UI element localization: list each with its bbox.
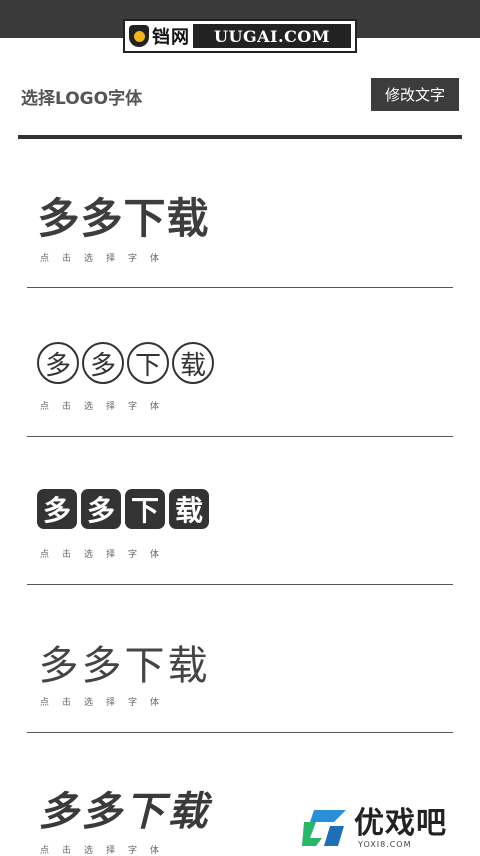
preview-char: 多 xyxy=(37,342,79,384)
preview-char: 多 xyxy=(80,194,123,243)
header-divider xyxy=(18,135,462,139)
preview-char: 多 xyxy=(37,194,80,243)
preview-char: 载 xyxy=(167,643,208,689)
logo-domain-text: UUGAI.COM xyxy=(193,24,351,48)
shield-logo-icon xyxy=(129,25,149,47)
select-font-hint: 点击选择字体 xyxy=(40,402,173,412)
divider xyxy=(27,436,453,437)
logo-chinese-text: 铛网 xyxy=(152,27,190,48)
select-font-hint: 点击选择字体 xyxy=(40,846,173,856)
preview-char: 多 xyxy=(37,489,77,529)
preview-char: 多 xyxy=(38,788,79,835)
preview-char: 下 xyxy=(127,342,169,384)
modify-text-button[interactable]: 修改文字 xyxy=(371,78,459,111)
select-font-hint: 点击选择字体 xyxy=(40,254,173,264)
preview-char: 多 xyxy=(82,342,124,384)
select-font-hint: 点击选择字体 xyxy=(40,550,173,560)
preview-char: 载 xyxy=(169,489,209,529)
watermark-logo-icon xyxy=(302,810,346,846)
preview-char: 载 xyxy=(172,342,214,384)
divider xyxy=(27,584,453,585)
font-preview: 多 多 下 载 xyxy=(37,779,209,837)
preview-char: 多 xyxy=(81,643,122,689)
font-preview: 多 多 下 载 xyxy=(37,633,209,691)
preview-char: 多 xyxy=(81,788,122,835)
font-preview: 多 多 下 载 xyxy=(37,489,213,529)
watermark: 优戏吧 YOXI8.COM xyxy=(300,803,480,853)
site-logo[interactable]: 铛网 UUGAI.COM xyxy=(123,19,357,53)
divider xyxy=(27,732,453,733)
divider xyxy=(27,287,453,288)
preview-char: 下 xyxy=(125,489,165,529)
preview-char: 下 xyxy=(124,643,165,689)
preview-char: 多 xyxy=(81,489,121,529)
page-title: 选择LOGO字体 xyxy=(21,89,143,109)
preview-char: 下 xyxy=(123,194,166,243)
font-preview: 多 多 下 载 xyxy=(37,185,209,246)
font-preview: 多 多 下 载 xyxy=(37,342,217,384)
preview-char: 下 xyxy=(124,788,165,835)
watermark-name: 优戏吧 xyxy=(354,805,447,841)
preview-char: 载 xyxy=(166,194,209,243)
select-font-hint: 点击选择字体 xyxy=(40,698,173,708)
preview-char: 载 xyxy=(167,788,208,835)
watermark-domain: YOXI8.COM xyxy=(358,839,412,849)
preview-char: 多 xyxy=(38,643,79,689)
